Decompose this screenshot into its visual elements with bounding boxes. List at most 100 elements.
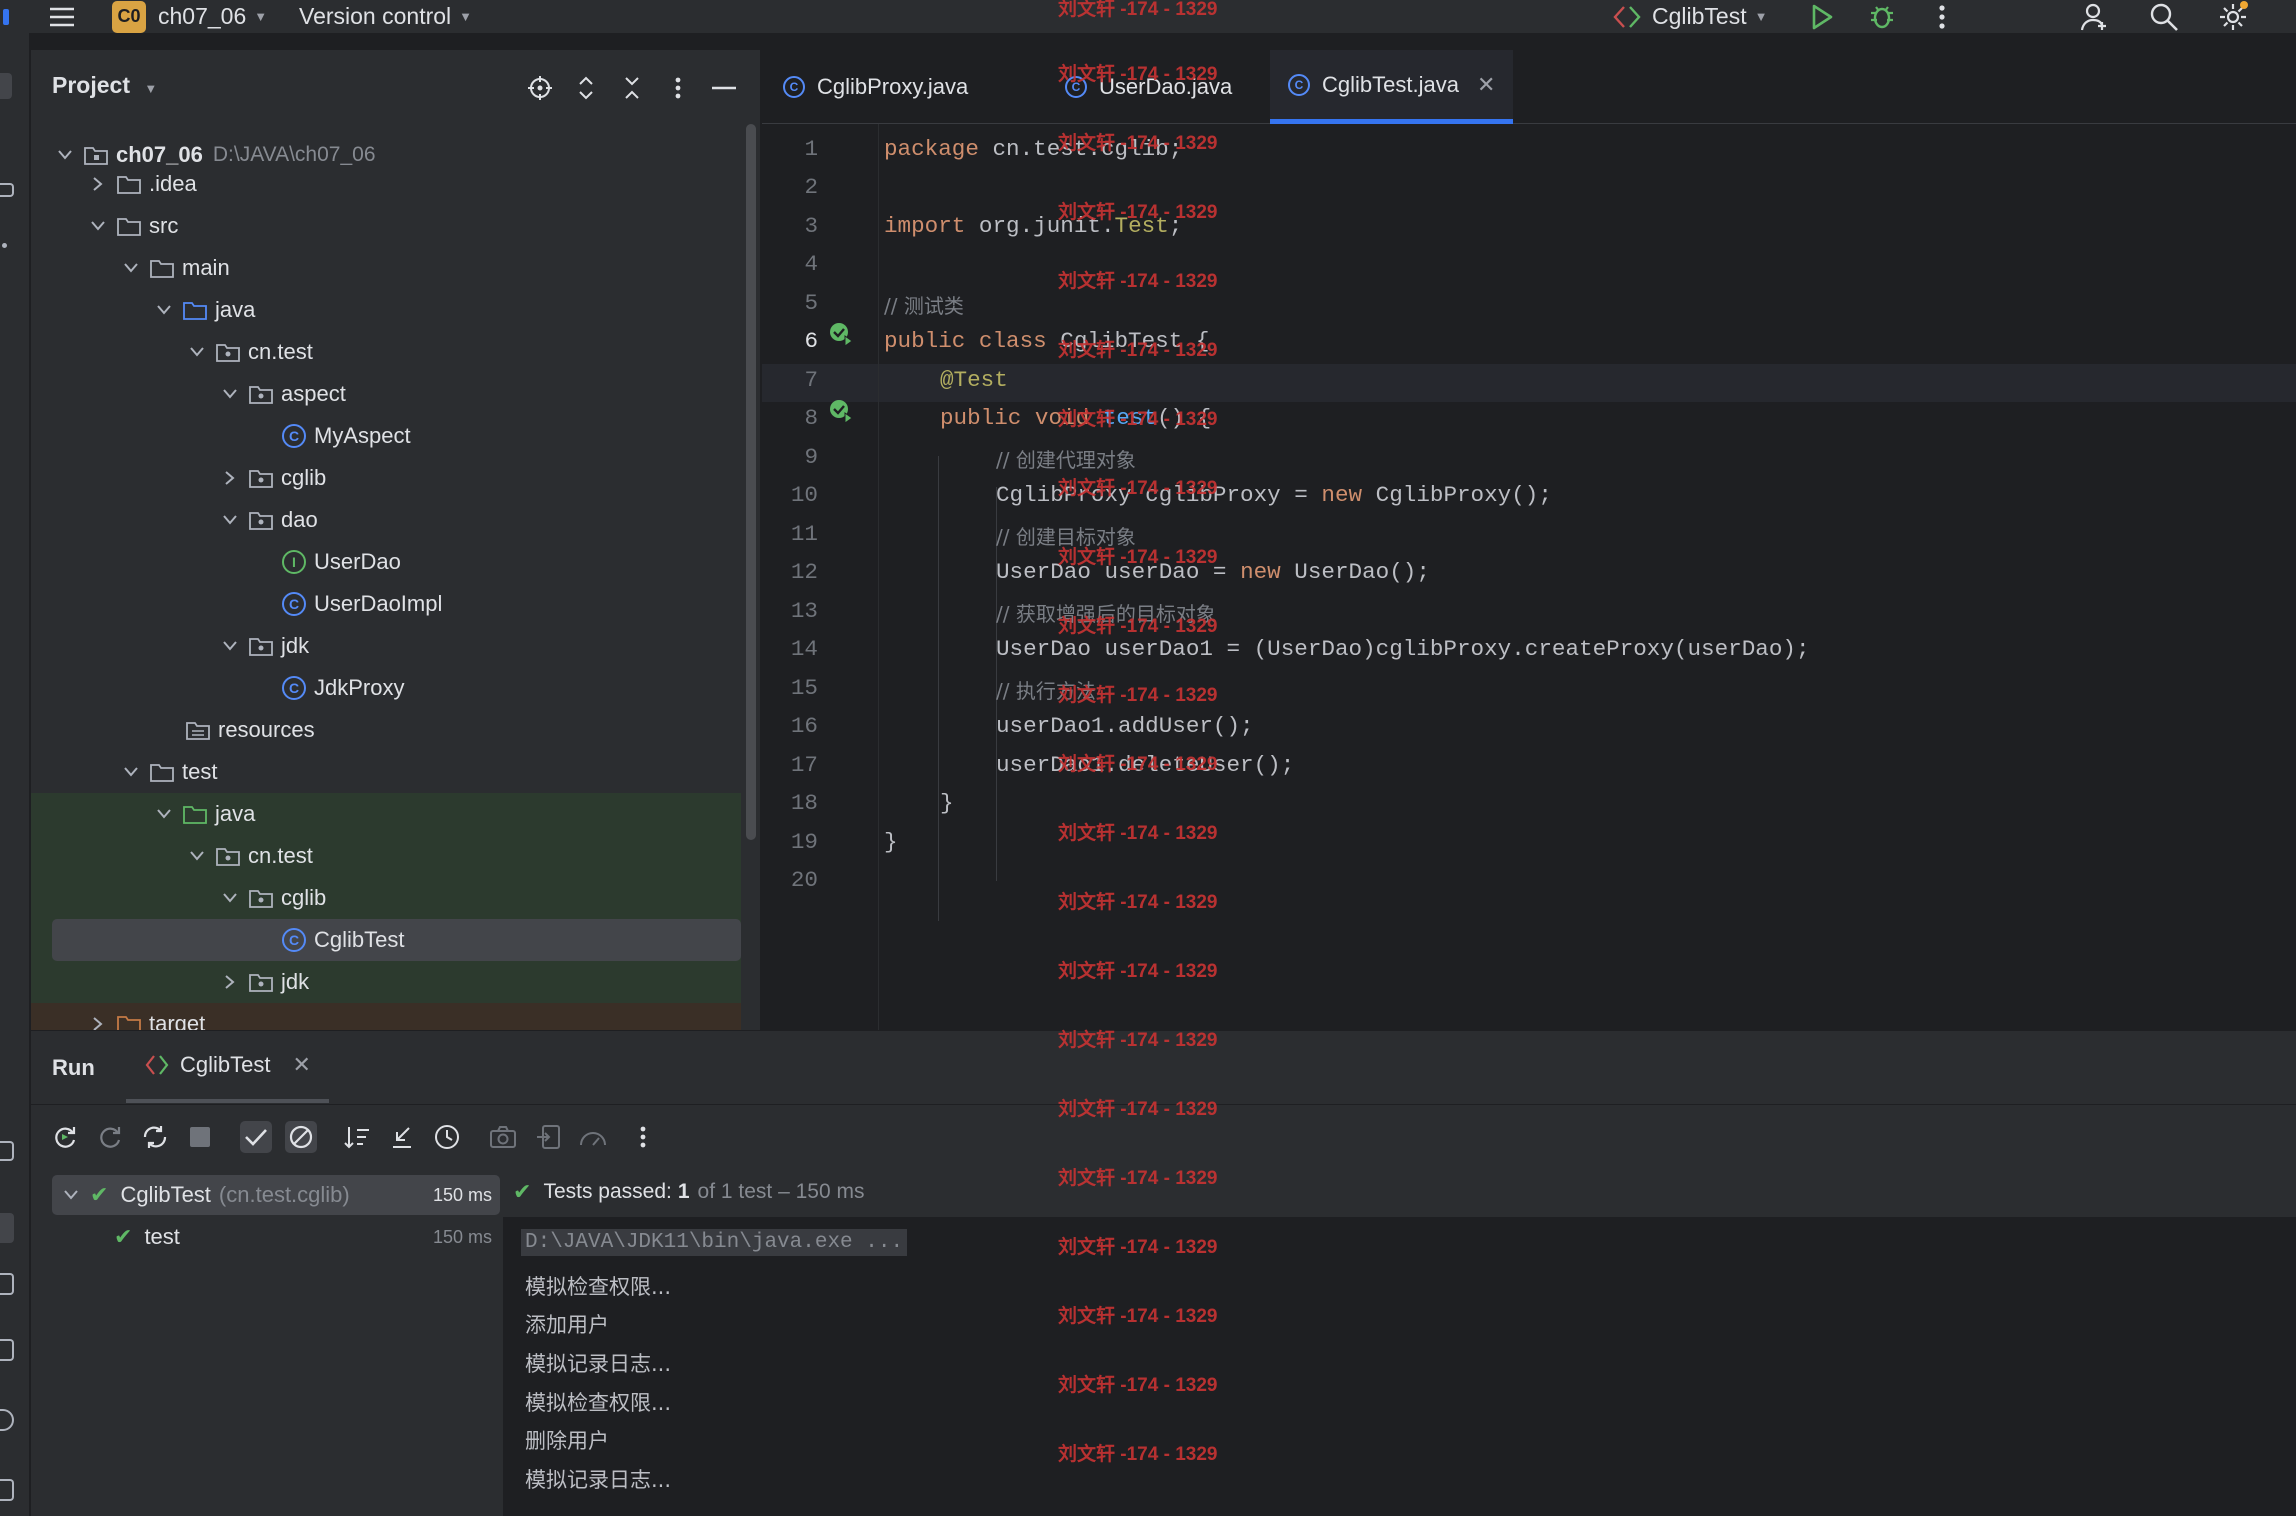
project-panel: Project ▼ ch07_06 D:\JAVA\ch07_06 .idea …	[31, 50, 760, 1030]
tree-item-label: cn.test	[248, 339, 313, 364]
collapse-all-icon[interactable]	[616, 72, 648, 104]
expand-all-icon[interactable]	[570, 72, 602, 104]
tree-item-test-cglib[interactable]: cglib	[31, 877, 741, 919]
hide-panel-icon[interactable]	[708, 72, 740, 104]
toggle-auto-test-icon[interactable]	[139, 1121, 171, 1153]
terminal-tool-icon[interactable]	[0, 1339, 14, 1361]
rerun-failed-icon[interactable]	[94, 1121, 126, 1153]
test-config-icon	[145, 1055, 169, 1075]
project-tree-scrollbar[interactable]	[746, 124, 756, 840]
test-suite-row[interactable]: ✔ CglibTest (cn.test.cglib) 150 ms	[52, 1175, 500, 1215]
chevron-right-icon[interactable]	[219, 971, 241, 993]
commit-tool-icon[interactable]	[0, 183, 14, 197]
chevron-down-icon[interactable]	[219, 383, 241, 405]
test-history-icon[interactable]	[431, 1121, 463, 1153]
tree-item-cglibtest[interactable]: C CglibTest	[52, 919, 741, 961]
tree-item-test-java[interactable]: java	[31, 793, 741, 835]
tree-item-resources[interactable]: resources	[31, 709, 741, 751]
code-token: import	[884, 213, 966, 239]
tree-item-label: target	[149, 1011, 206, 1030]
test-passed-icon: ✔	[513, 1179, 532, 1204]
run-tab-cglibtest[interactable]: CglibTest ✕	[126, 1031, 329, 1103]
tree-item-jdkproxy[interactable]: C JdkProxy	[31, 667, 741, 709]
close-tab-icon[interactable]: ✕	[292, 1052, 310, 1078]
console-command-line[interactable]: D:\JAVA\JDK11\bin\java.exe ...	[521, 1229, 908, 1256]
chevron-down-icon[interactable]	[219, 509, 241, 531]
chevron-down-icon[interactable]	[120, 761, 142, 783]
tab-cglibproxy[interactable]: C CglibProxy.java	[765, 50, 986, 124]
tree-item-userdaoimpl[interactable]: C UserDaoImpl	[31, 583, 741, 625]
code-token: CglibProxy();	[1362, 482, 1552, 508]
chevron-down-icon[interactable]	[153, 803, 175, 825]
screenshot-icon[interactable]	[487, 1121, 519, 1153]
more-options-icon[interactable]	[627, 1121, 659, 1153]
chevron-right-icon[interactable]	[87, 173, 109, 195]
chevron-down-icon[interactable]	[219, 635, 241, 657]
more-tools-icon[interactable]	[2, 243, 7, 248]
line-number: 3	[804, 213, 818, 239]
project-tool-icon[interactable]	[0, 73, 12, 99]
tree-item-jdk[interactable]: jdk	[31, 625, 741, 667]
git-tool-icon[interactable]	[0, 1479, 14, 1501]
line-number: 6	[804, 328, 818, 354]
chevron-down-icon[interactable]	[87, 215, 109, 237]
tree-item-aspect[interactable]: aspect	[31, 373, 741, 415]
project-panel-title[interactable]: Project ▼	[52, 72, 157, 99]
problems-tool-icon[interactable]	[0, 1409, 14, 1431]
console-line: 模拟检查权限...	[525, 1275, 672, 1299]
tree-item-userdao[interactable]: I UserDao	[31, 541, 741, 583]
more-actions-icon[interactable]	[1922, 0, 1962, 33]
settings-gear-icon[interactable]	[2213, 0, 2253, 33]
import-tests-icon[interactable]	[532, 1121, 564, 1153]
show-ignored-icon[interactable]	[285, 1121, 317, 1153]
gutter-separator	[878, 124, 879, 1030]
stop-icon[interactable]	[184, 1121, 216, 1153]
chevron-down-icon[interactable]	[60, 1184, 82, 1206]
test-method-row[interactable]: ✔ test 150 ms	[52, 1217, 500, 1257]
chevron-down-icon[interactable]	[219, 887, 241, 909]
run-icon[interactable]	[1802, 0, 1842, 33]
run-config-selector[interactable]: CglibTest ▼	[1612, 0, 1767, 33]
main-menu-icon[interactable]	[42, 0, 82, 33]
tree-item-dao[interactable]: dao	[31, 499, 741, 541]
close-tab-icon[interactable]: ✕	[1477, 72, 1495, 98]
add-user-icon[interactable]	[2075, 0, 2115, 33]
chevron-down-icon[interactable]	[153, 299, 175, 321]
collapse-tests-icon[interactable]	[386, 1121, 418, 1153]
tree-item-test[interactable]: test	[31, 751, 741, 793]
search-icon[interactable]	[2144, 0, 2184, 33]
vcs-menu[interactable]: Version control ▼	[299, 0, 472, 33]
tree-item-main[interactable]: main	[31, 247, 741, 289]
debug-icon[interactable]	[1862, 0, 1902, 33]
tree-item-target[interactable]: target	[31, 1003, 741, 1030]
chevron-down-icon[interactable]	[186, 845, 208, 867]
services-tool-icon[interactable]	[0, 1141, 14, 1161]
chevron-down-icon[interactable]	[186, 341, 208, 363]
rerun-icon[interactable]	[49, 1121, 81, 1153]
tab-cglibtest[interactable]: C CglibTest.java ✕	[1270, 50, 1514, 124]
options-icon[interactable]	[662, 72, 694, 104]
tree-item-idea[interactable]: .idea	[31, 163, 741, 205]
chevron-right-icon[interactable]	[219, 467, 241, 489]
console-output[interactable]: ✔ Tests passed: 1 of 1 test – 150 ms D:\…	[503, 1167, 2296, 1516]
tree-item-cn-test[interactable]: cn.test	[31, 331, 741, 373]
run-test-method-icon[interactable]	[828, 398, 854, 424]
run-test-class-icon[interactable]	[828, 321, 854, 347]
tree-item-test-cn-test[interactable]: cn.test	[31, 835, 741, 877]
run-tool-icon[interactable]	[0, 1213, 14, 1243]
show-passed-icon[interactable]	[240, 1121, 272, 1153]
chevron-right-icon[interactable]	[87, 1013, 109, 1030]
project-switcher[interactable]: C0 ch07_06 ▼	[112, 0, 267, 33]
chevron-down-icon[interactable]	[120, 257, 142, 279]
debug-tool-icon[interactable]	[0, 1273, 14, 1295]
coverage-icon[interactable]	[577, 1121, 609, 1153]
tree-item-myaspect[interactable]: C MyAspect	[31, 415, 741, 457]
sort-icon[interactable]	[341, 1121, 373, 1153]
tree-item-test-jdk[interactable]: jdk	[31, 961, 741, 1003]
tree-item-src[interactable]: src	[31, 205, 741, 247]
tree-item-cglib[interactable]: cglib	[31, 457, 741, 499]
code-area[interactable]: 1 2 3 4 5 6 7 8 9 10 11 12 13 14 15 16 1…	[762, 124, 2296, 1030]
tree-item-main-java[interactable]: java	[31, 289, 741, 331]
locate-file-icon[interactable]	[524, 72, 556, 104]
vcs-label: Version control	[299, 3, 452, 29]
